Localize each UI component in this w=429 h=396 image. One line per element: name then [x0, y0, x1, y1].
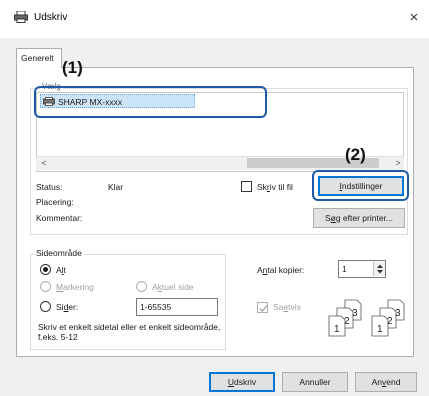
checkmark-icon — [259, 305, 268, 312]
page-range-label: Sideområde — [34, 248, 84, 258]
copies-spinner[interactable] — [373, 262, 385, 276]
status-label: Status: — [36, 182, 63, 192]
callout-2: (2) — [345, 145, 366, 164]
close-icon[interactable]: × — [406, 10, 422, 26]
collate-page-number: 1 — [377, 324, 383, 335]
printer-icon — [14, 11, 28, 23]
callout-1: (1) — [62, 58, 83, 77]
comment-label: Kommentar: — [36, 213, 83, 223]
window-title: Udskriv — [34, 12, 68, 23]
collate-stack-icon: 3 2 1 — [371, 299, 405, 337]
print-to-file-label: Skriv til fil — [257, 182, 293, 192]
scroll-left-icon[interactable]: < — [38, 157, 50, 169]
pages-input[interactable]: 1-65535 — [136, 298, 218, 316]
settings-button[interactable]: Indstillinger — [318, 176, 404, 196]
collate-page-number: 2 — [344, 316, 350, 327]
all-pages-radio[interactable] — [40, 264, 51, 275]
page-range-hint: Skriv et enkelt sidetal eller et enkelt … — [38, 322, 221, 342]
selected-printer-highlight — [34, 86, 267, 118]
copies-label: Antal kopier: — [257, 265, 305, 275]
current-page-radio[interactable] — [136, 281, 147, 292]
selection-radio[interactable] — [40, 281, 51, 292]
collate-page-number: 2 — [387, 316, 393, 327]
scroll-right-icon[interactable]: > — [392, 157, 404, 169]
collate-stack-icon: 3 2 1 — [328, 299, 362, 337]
tab-general[interactable]: Generelt — [16, 48, 62, 68]
print-to-file-checkbox[interactable] — [241, 181, 252, 192]
spinner-arrows-icon — [377, 264, 383, 274]
collate-page-number: 3 — [395, 308, 401, 319]
location-label: Placering: — [36, 197, 74, 207]
cancel-button[interactable]: Annuller — [282, 372, 348, 392]
pages-radio[interactable] — [40, 301, 51, 312]
collate-label: Saetvis — [273, 302, 301, 312]
status-value: Klar — [108, 182, 124, 192]
print-button[interactable]: Udskriv — [209, 372, 275, 392]
current-page-label: Aktuel side — [152, 282, 194, 292]
collate-page-number: 1 — [334, 324, 340, 335]
pages-label: Sider: — [56, 302, 79, 312]
all-pages-label: Alt — [56, 265, 66, 275]
apply-button[interactable]: Anvend — [355, 372, 417, 392]
collate-page-number: 3 — [352, 308, 358, 319]
find-printer-button[interactable]: Søg efter printer... — [313, 208, 405, 228]
selection-label: Markering — [56, 282, 94, 292]
collate-checkbox[interactable] — [257, 302, 268, 313]
